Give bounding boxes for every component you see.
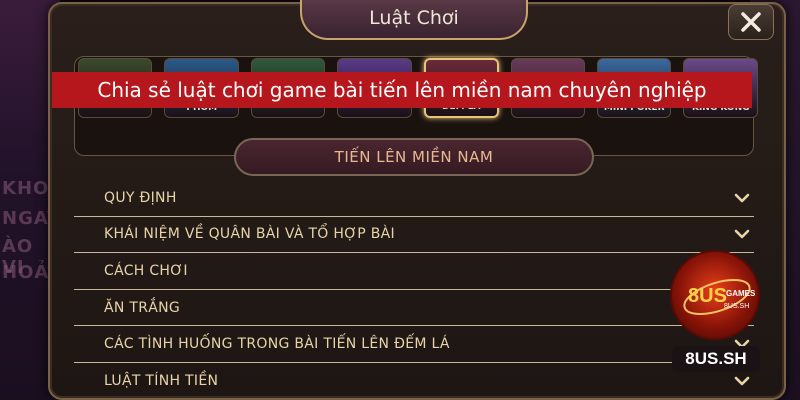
background-text: HOẢ xyxy=(2,262,50,283)
accordion-label: CÁCH CHƠI xyxy=(104,262,188,279)
logo-text-domain: 8US.SH xyxy=(724,303,749,310)
accordion-item-luat-tinh-tien[interactable]: LUẬT TÍNH TIỀN xyxy=(74,363,754,400)
section-title: TIẾN LÊN MIỀN NAM xyxy=(334,148,494,166)
accordion-label: LUẬT TÍNH TIỀN xyxy=(104,373,219,390)
headline-banner: Chia sẻ luật chơi game bài tiến lên miền… xyxy=(52,72,752,108)
chevron-down-icon xyxy=(734,376,750,386)
headline-text: Chia sẻ luật chơi game bài tiến lên miền… xyxy=(97,78,707,102)
accordion-label: ĂN TRẮNG xyxy=(104,299,181,316)
site-name: 8US.SH xyxy=(685,349,747,368)
accordion-item-an-trang[interactable]: ĂN TRẮNG xyxy=(74,290,754,327)
accordion-item-cach-choi[interactable]: CÁCH CHƠI xyxy=(74,253,754,290)
close-button[interactable] xyxy=(728,4,774,40)
logo-graphic: 8US GAMES 8US.SH xyxy=(683,279,756,315)
section-title-pill: TIẾN LÊN MIỀN NAM xyxy=(234,138,594,176)
site-logo: 8US GAMES 8US.SH xyxy=(670,250,760,340)
screen: KHOẢ NGAY ÀO VI HOẢ Luật Chơi PHỎMĐẾM LÁ… xyxy=(0,0,800,400)
logo-text-games: GAMES xyxy=(726,289,756,298)
dialog-title: Luật Chơi xyxy=(369,7,459,29)
accordion-label: QUY ĐỊNH xyxy=(104,189,177,206)
accordion-item-quy-dinh[interactable]: QUY ĐỊNH xyxy=(74,180,754,217)
site-tag: 8US.SH xyxy=(672,346,760,372)
chevron-down-icon xyxy=(734,193,750,203)
accordion-label: CÁC TÌNH HUỐNG TRONG BÀI TIẾN LÊN ĐẾM LÁ xyxy=(104,336,450,353)
accordion-label: KHÁI NIỆM VỀ QUÂN BÀI VÀ TỔ HỢP BÀI xyxy=(104,226,395,243)
accordion-item-tinh-huong[interactable]: CÁC TÌNH HUỐNG TRONG BÀI TIẾN LÊN ĐẾM LÁ xyxy=(74,326,754,363)
accordion-item-khai-niem[interactable]: KHÁI NIỆM VỀ QUÂN BÀI VÀ TỔ HỢP BÀI xyxy=(74,217,754,254)
rules-accordion: QUY ĐỊNH KHÁI NIỆM VỀ QUÂN BÀI VÀ TỔ HỢP… xyxy=(74,180,754,400)
logo-text-main: 8US xyxy=(688,285,727,307)
close-icon xyxy=(741,12,761,32)
chevron-down-icon xyxy=(734,230,750,239)
dialog-title-tab: Luật Chơi xyxy=(300,0,528,40)
